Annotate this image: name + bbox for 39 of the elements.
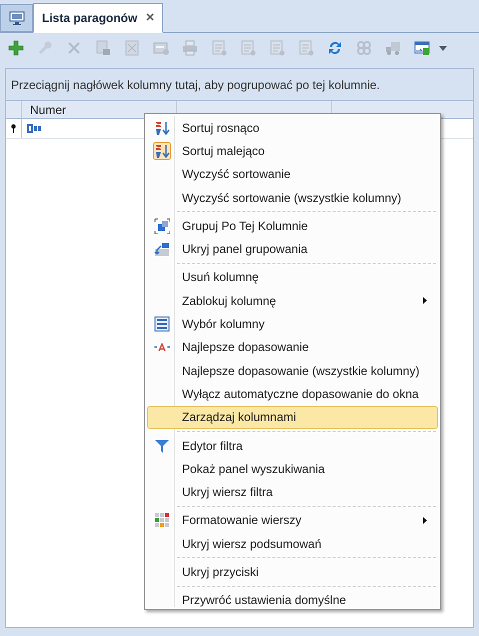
menu-item[interactable]: Przywróć ustawienia domyślne bbox=[147, 588, 438, 612]
menu-item[interactable]: Pokaż panel wyszukiwania bbox=[147, 457, 438, 480]
menu-item[interactable]: Najlepsze dopasowanie (wszystkie kolumny) bbox=[147, 358, 438, 382]
tab[interactable]: Lista paragonów ✕ bbox=[33, 3, 164, 33]
menu-item[interactable]: Ukryj wiersz podsumowań bbox=[147, 532, 438, 556]
ungroup-icon bbox=[154, 241, 170, 258]
filter-icon bbox=[154, 438, 170, 454]
tab[interactable] bbox=[0, 4, 33, 32]
menu-item[interactable]: Formatowanie wierszy bbox=[147, 508, 438, 532]
column-list-icon bbox=[154, 316, 170, 332]
menu-item[interactable]: Ukryj przyciski bbox=[147, 560, 438, 584]
best-fit-icon bbox=[154, 343, 170, 352]
menu-item[interactable]: Zarządzaj kolumnami bbox=[147, 406, 438, 429]
menu-item[interactable]: Ukryj wiersz filtra bbox=[147, 480, 438, 504]
menu-item[interactable]: Wyczyść sortowanie bbox=[147, 162, 438, 186]
menu-item[interactable]: Wyczyść sortowanie (wszystkie kolumny) bbox=[147, 186, 438, 210]
menu-item[interactable]: Grupuj Po Tej Kolumnie bbox=[147, 214, 438, 238]
group-hint: Przeciągnij nagłówek kolumny tutaj, aby pogrupować po tej kolumnie. bbox=[11, 76, 380, 94]
column-header[interactable]: Numer bbox=[30, 100, 66, 118]
color-grid-icon bbox=[154, 512, 170, 528]
menu-item[interactable]: Edytor filtra bbox=[147, 434, 438, 458]
menu-item[interactable]: Najlepsze dopasowanie bbox=[147, 336, 438, 359]
menu-item[interactable]: Wyłącz automatyczne dopasowanie do okna bbox=[147, 382, 438, 406]
menu-item[interactable]: Sortuj malejąco bbox=[147, 139, 438, 163]
menu-item[interactable]: Ukryj panel grupowania bbox=[147, 237, 438, 261]
plus-icon[interactable] bbox=[8, 40, 24, 56]
pin-icon bbox=[11, 124, 16, 133]
group-icon bbox=[154, 218, 170, 234]
menu-item[interactable]: Wybór kolumny bbox=[147, 312, 438, 336]
sort-ascending-icon bbox=[154, 120, 170, 136]
monitor-icon bbox=[8, 11, 24, 25]
dropdown-caret-icon[interactable] bbox=[439, 46, 447, 50]
refresh-icon[interactable] bbox=[327, 40, 343, 56]
close-icon[interactable]: ✕ bbox=[145, 10, 154, 26]
sort-descending-icon bbox=[152, 142, 170, 160]
menu-item[interactable]: Sortuj rosnąco bbox=[147, 116, 438, 140]
menu-item[interactable]: Usuń kolumnę bbox=[147, 266, 438, 290]
menu-item[interactable]: Zablokuj kolumnę bbox=[147, 289, 438, 312]
spreadsheet-export-icon[interactable] bbox=[414, 40, 430, 56]
